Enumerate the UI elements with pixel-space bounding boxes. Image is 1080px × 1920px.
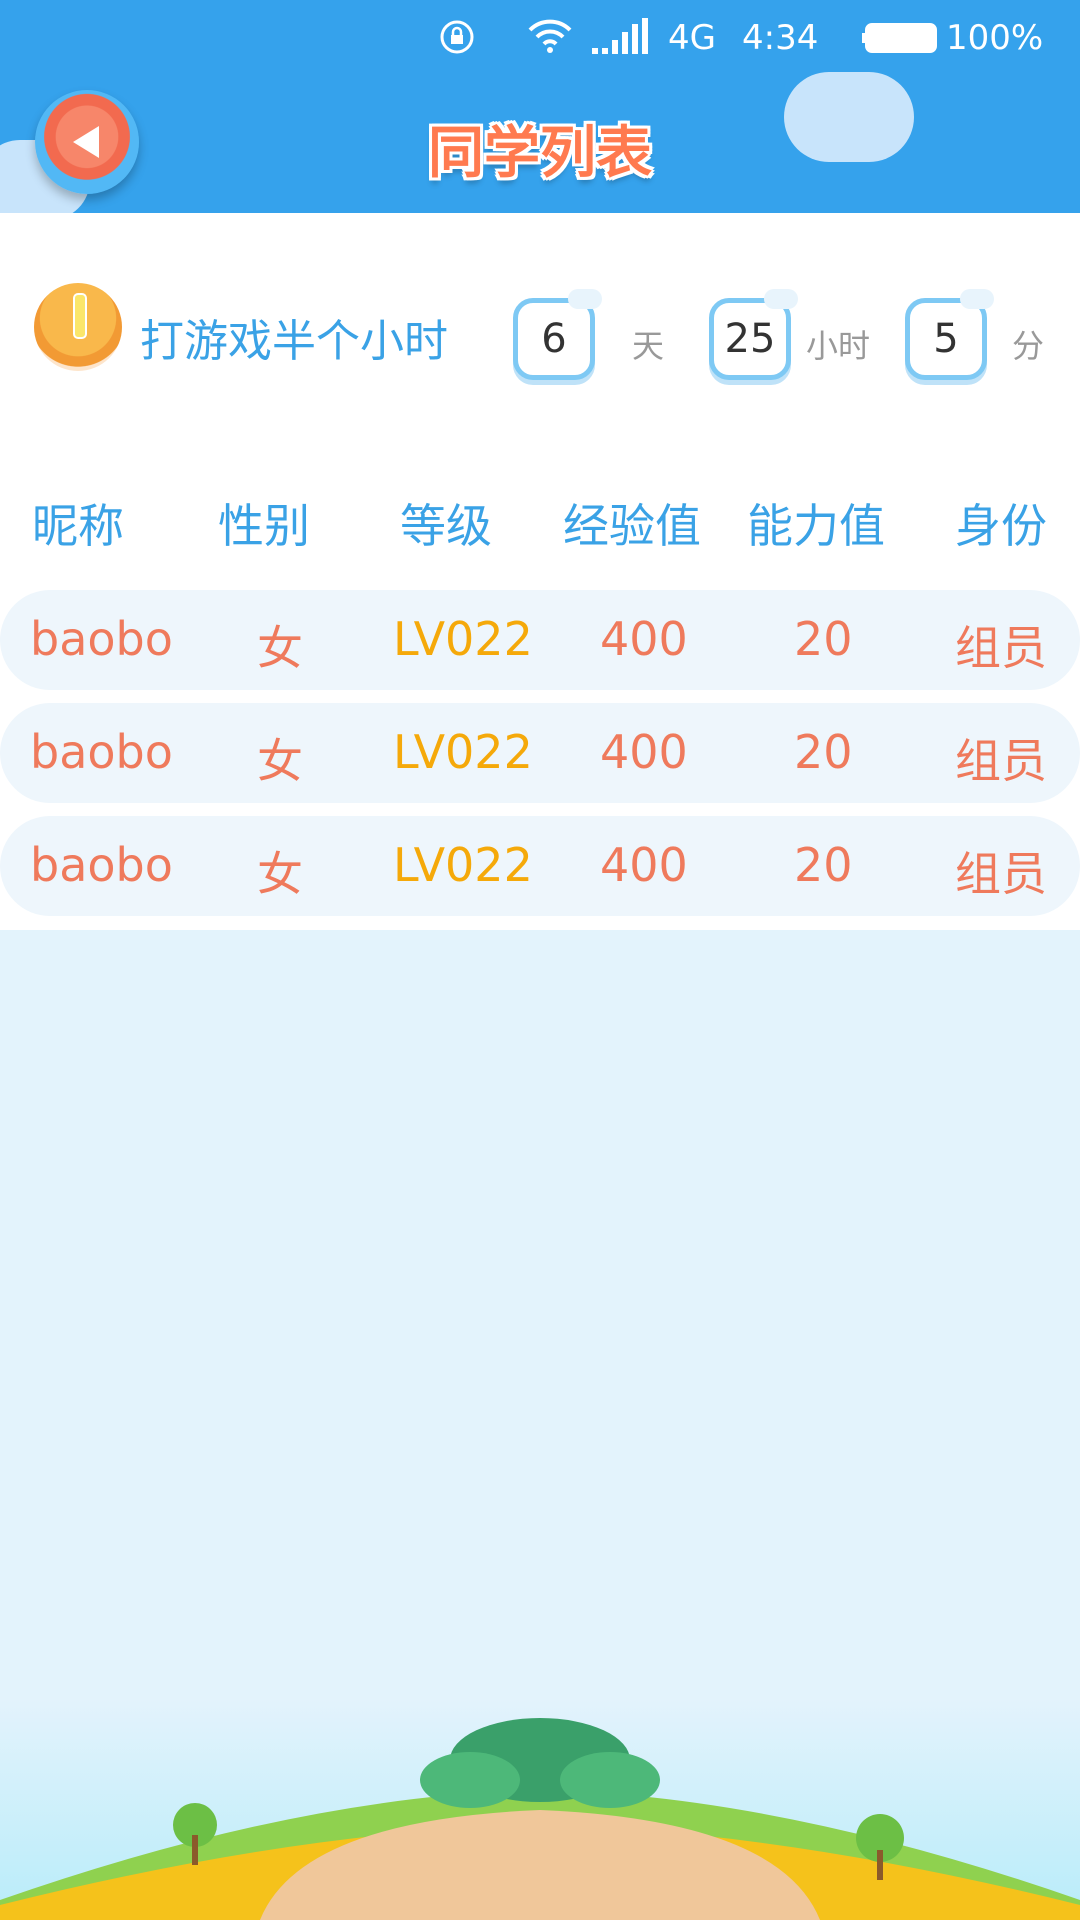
cell-gender: 女: [257, 621, 303, 675]
days-value: 6: [513, 289, 602, 380]
table-row[interactable]: baobo 女 LV022 400 20 组员: [0, 590, 1080, 690]
rotation-lock-icon: [438, 18, 476, 65]
cell-role: 组员: [955, 621, 1047, 675]
hours-value: 25: [709, 289, 798, 380]
minutes-unit: 分: [1012, 327, 1045, 365]
cell-level: LV022: [393, 725, 533, 779]
game-time-label: 打游戏半个小时: [140, 316, 448, 367]
battery-icon: [862, 22, 940, 63]
cell-ability: 20: [794, 612, 853, 666]
cell-experience: 400: [600, 838, 688, 892]
cell-nickname: baobo: [30, 838, 173, 892]
battery-level: 100%: [946, 18, 1044, 58]
cell-ability: 20: [794, 725, 853, 779]
bottom-illustration: [0, 1700, 1080, 1920]
cell-nickname: baobo: [30, 612, 173, 666]
top-header: 4G 4:34 100% 同学列表: [0, 0, 1080, 213]
network-type: 4G: [668, 18, 716, 58]
hours-unit: 小时: [806, 327, 871, 365]
island-scene-illustration: [0, 1700, 1080, 1920]
header-level: 等级: [400, 499, 492, 553]
cell-level: LV022: [393, 612, 533, 666]
clock: 4:34: [742, 18, 819, 58]
wifi-icon: [528, 18, 572, 63]
days-unit: 天: [632, 327, 665, 365]
cell-gender: 女: [257, 847, 303, 901]
cell-ability: 20: [794, 838, 853, 892]
power-icon[interactable]: [34, 283, 122, 371]
table-header: 昵称 性别 等级 经验值 能力值 身份: [0, 480, 1080, 560]
cell-experience: 400: [600, 725, 688, 779]
signal-icon: [592, 18, 648, 63]
minutes-value: 5: [905, 289, 994, 380]
header-ability: 能力值: [747, 499, 885, 553]
cell-level: LV022: [393, 838, 533, 892]
status-bar: 4G 4:34 100%: [0, 0, 1080, 76]
table-row[interactable]: baobo 女 LV022 400 20 组员: [0, 816, 1080, 916]
header-role: 身份: [955, 499, 1047, 553]
cell-role: 组员: [955, 847, 1047, 901]
cell-nickname: baobo: [30, 725, 173, 779]
table-row[interactable]: baobo 女 LV022 400 20 组员: [0, 703, 1080, 803]
page-title: 同学列表: [428, 121, 652, 186]
header-nickname: 昵称: [32, 499, 124, 553]
cell-experience: 400: [600, 612, 688, 666]
header-experience: 经验值: [563, 499, 701, 553]
cell-gender: 女: [257, 734, 303, 788]
header-gender: 性别: [218, 499, 310, 553]
cell-role: 组员: [955, 734, 1047, 788]
game-time-panel: 打游戏半个小时 6 天 25 小时 5 分: [0, 213, 1080, 448]
